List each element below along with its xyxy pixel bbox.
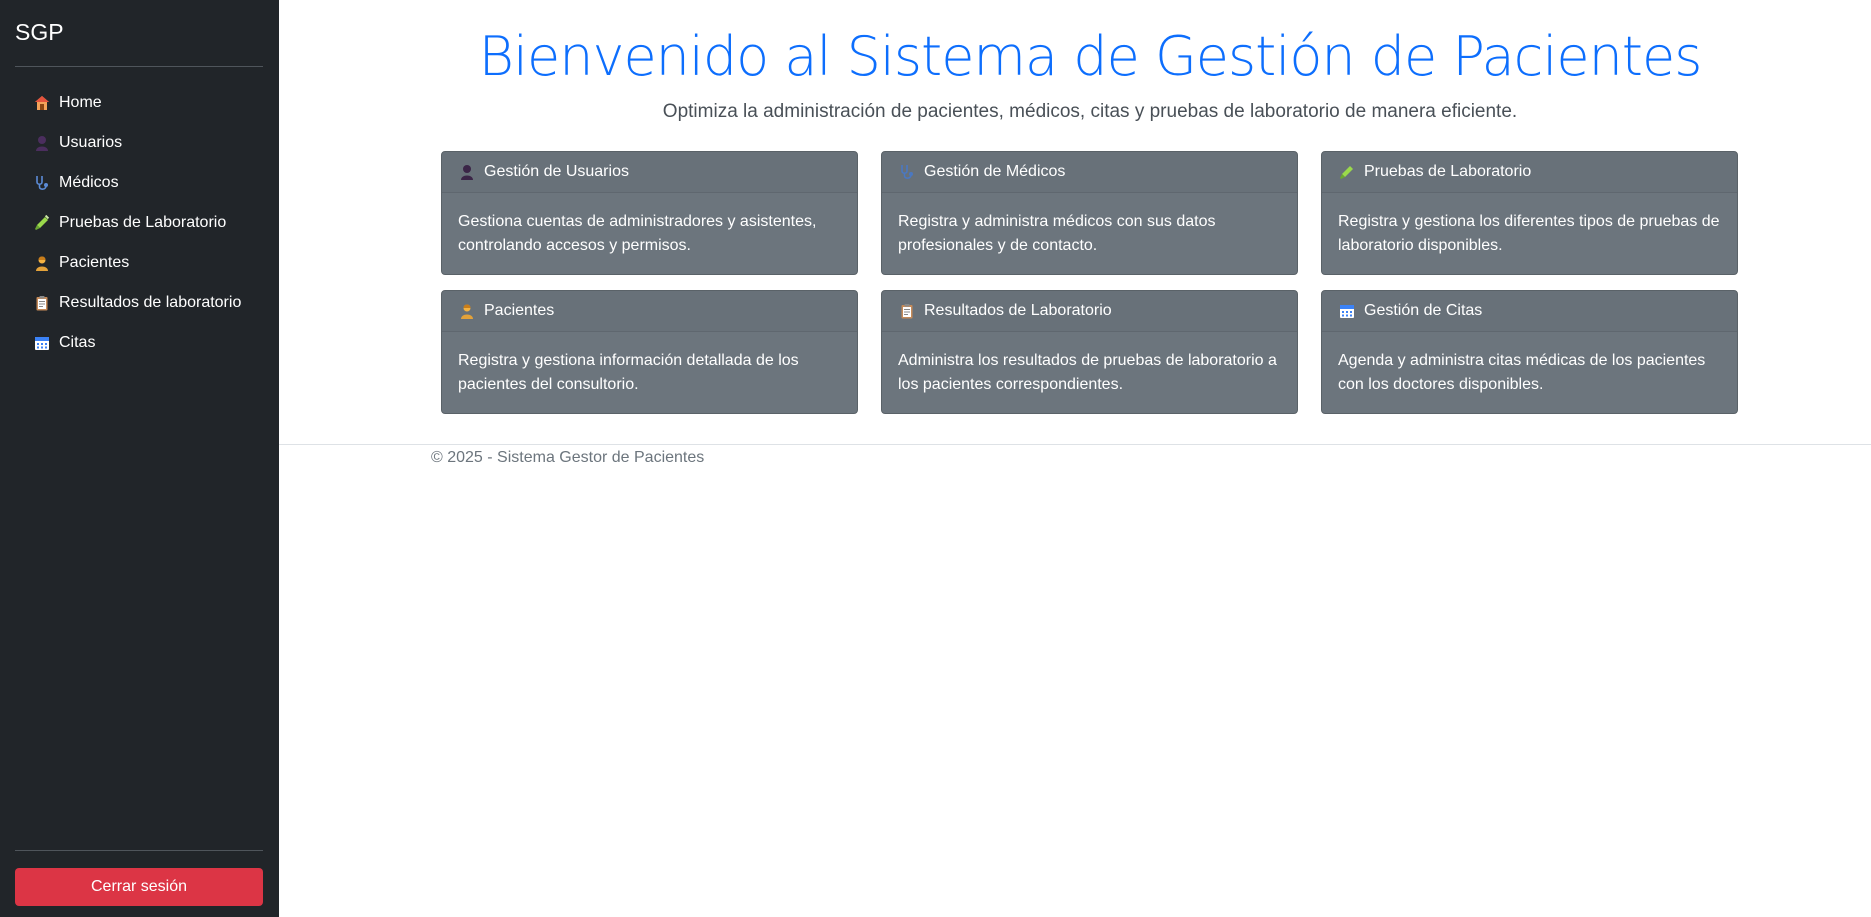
sidebar-item-label: Resultados de laboratorio (59, 294, 242, 311)
card-header: Resultados de Laboratorio (882, 291, 1297, 332)
card-gestion-usuarios[interactable]: Gestión de Usuarios Gestiona cuentas de … (441, 151, 858, 275)
main-content: Bienvenido al Sistema de Gestión de Paci… (279, 0, 1871, 917)
card-header: Pacientes (442, 291, 857, 332)
card-gestion-citas[interactable]: Gestión de Citas Agenda y administra cit… (1321, 290, 1738, 414)
card-title: Gestión de Médicos (924, 163, 1066, 180)
page-title: Bienvenido al Sistema de Gestión de Paci… (478, 25, 1703, 88)
footer-divider (279, 444, 1871, 445)
card-text: Registra y gestiona información detallad… (458, 352, 799, 393)
syringe-icon (33, 214, 51, 232)
card-pruebas-laboratorio[interactable]: Pruebas de Laboratorio Registra y gestio… (1321, 151, 1738, 275)
user-silhouette-icon (459, 164, 475, 180)
sidebar-item-pruebas-laboratorio[interactable]: Pruebas de Laboratorio (20, 205, 263, 241)
card-text: Agenda y administra citas médicas de los… (1338, 352, 1706, 393)
sidebar-item-label: Pruebas de Laboratorio (59, 214, 227, 231)
card-text: Registra y gestiona los diferentes tipos… (1338, 213, 1720, 254)
sidebar-item-usuarios[interactable]: Usuarios (20, 125, 263, 161)
sidebar-item-label: Home (59, 94, 102, 111)
syringe-icon (1339, 164, 1355, 180)
clipboard-icon (33, 294, 51, 312)
sidebar-item-label: Pacientes (59, 254, 130, 271)
card-gestion-medicos[interactable]: Gestión de Médicos Registra y administra… (881, 151, 1298, 275)
patient-icon (459, 303, 475, 319)
sidebar-item-medicos[interactable]: Médicos (20, 165, 263, 201)
sidebar-item-label: Médicos (59, 174, 119, 191)
page-subtitle: Optimiza la administración de pacientes,… (662, 101, 1518, 122)
card-title: Gestión de Usuarios (484, 163, 629, 180)
house-icon (33, 94, 51, 112)
clipboard-icon (899, 303, 915, 319)
sidebar-item-pacientes[interactable]: Pacientes (20, 245, 263, 281)
brand-logo[interactable]: SGP (15, 19, 64, 46)
card-header: Pruebas de Laboratorio (1322, 152, 1737, 193)
sidebar-divider (15, 66, 263, 67)
card-text: Registra y administra médicos con sus da… (898, 213, 1216, 254)
sidebar-item-label: Citas (59, 334, 96, 351)
card-header: Gestión de Usuarios (442, 152, 857, 193)
sidebar-item-resultados-laboratorio[interactable]: Resultados de laboratorio (20, 285, 263, 321)
calendar-icon (33, 334, 51, 352)
logout-button[interactable]: Cerrar sesión (15, 868, 263, 906)
stethoscope-icon (33, 174, 51, 192)
stethoscope-icon (899, 164, 915, 180)
card-pacientes[interactable]: Pacientes Registra y gestiona informació… (441, 290, 858, 414)
card-title: Pacientes (484, 302, 555, 319)
calendar-icon (1339, 303, 1355, 319)
card-title: Resultados de Laboratorio (924, 302, 1112, 319)
card-text: Administra los resultados de pruebas de … (898, 352, 1277, 393)
card-title: Pruebas de Laboratorio (1364, 163, 1532, 180)
sidebar-divider (15, 850, 263, 851)
card-text: Gestiona cuentas de administradores y as… (458, 213, 817, 254)
sidebar-item-citas[interactable]: Citas (20, 325, 263, 361)
card-title: Gestión de Citas (1364, 302, 1483, 319)
footer-copyright: © 2025 - Sistema Gestor de Pacientes (431, 449, 705, 466)
card-resultados-laboratorio[interactable]: Resultados de Laboratorio Administra los… (881, 290, 1298, 414)
card-header: Gestión de Citas (1322, 291, 1737, 332)
sidebar-item-home[interactable]: Home (20, 85, 263, 121)
sidebar-item-label: Usuarios (59, 134, 123, 151)
user-silhouette-icon (33, 134, 51, 152)
sidebar: SGP Home Usuarios Médicos Pruebas de Lab… (0, 0, 279, 917)
patient-icon (33, 254, 51, 272)
card-header: Gestión de Médicos (882, 152, 1297, 193)
